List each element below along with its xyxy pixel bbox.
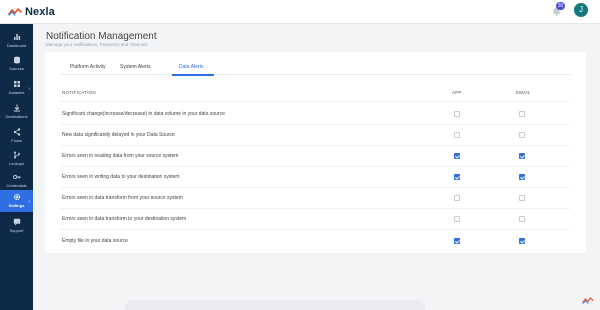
notification-label: Errors seen in data transform to your de… <box>62 216 187 222</box>
sidebar-item-label: Dashboard <box>6 43 27 48</box>
sidebar: Dashboard Sources Datasets › Destination… <box>0 24 33 310</box>
tab-platform-activity[interactable]: Platform Activity <box>70 64 106 70</box>
app-checkbox[interactable] <box>454 111 460 117</box>
grid-icon <box>13 81 20 87</box>
nexla-logo-icon <box>8 8 22 16</box>
sidebar-item-label: Credentials <box>6 183 27 188</box>
app-checkbox[interactable] <box>454 153 460 159</box>
notification-count-badge: 30 <box>556 2 565 10</box>
active-tab-indicator <box>172 74 214 76</box>
sidebar-item-dashboard[interactable]: Dashboard <box>0 30 33 54</box>
app-checkbox[interactable] <box>454 174 460 180</box>
bar-chart-icon <box>13 34 20 40</box>
sidebar-item-support[interactable]: Support <box>0 215 33 239</box>
notification-settings-card: Platform Activity System Alerts Data Ale… <box>45 52 586 253</box>
share-icon <box>13 128 20 136</box>
app-checkbox[interactable] <box>454 238 460 244</box>
sidebar-item-lookups[interactable]: Lookups <box>0 148 33 172</box>
app-checkbox[interactable] <box>454 216 460 222</box>
top-bar: Nexla 30 J <box>0 0 600 24</box>
notification-label: Significant change(increase/decrease) in… <box>62 111 225 117</box>
app-name: Nexla <box>25 5 55 18</box>
notification-label: Errors seen in data transform from your … <box>62 195 183 201</box>
sidebar-item-label: Sources <box>9 66 24 71</box>
email-checkbox[interactable] <box>519 153 525 159</box>
sidebar-item-label: Support <box>9 228 24 233</box>
chevron-right-icon: › <box>28 199 30 205</box>
notification-label: Empty file in your data source <box>62 238 128 244</box>
header-divider <box>60 101 570 102</box>
email-checkbox[interactable] <box>519 238 525 244</box>
tab-system-alerts[interactable]: System Alerts <box>120 64 151 70</box>
email-checkbox[interactable] <box>519 111 525 117</box>
sidebar-item-label: Flows <box>11 138 22 143</box>
notifications-button[interactable]: 30 <box>552 2 565 17</box>
email-checkbox[interactable] <box>519 174 525 180</box>
app-logo[interactable]: Nexla <box>8 6 55 18</box>
sidebar-item-label: Destinations <box>5 114 28 119</box>
sidebar-item-flows[interactable]: Flows <box>0 125 33 149</box>
chevron-right-icon: › <box>28 86 30 92</box>
column-header-email: EMAIL <box>516 90 531 95</box>
app-checkbox[interactable] <box>454 195 460 201</box>
sidebar-item-sources[interactable]: Sources <box>0 53 33 77</box>
sidebar-item-label: Lookups <box>8 161 25 166</box>
nexla-corner-logo-icon <box>582 297 594 304</box>
row-divider <box>60 208 570 209</box>
app-checkbox[interactable] <box>454 132 460 138</box>
database-icon <box>13 56 20 64</box>
email-checkbox[interactable] <box>519 195 525 201</box>
row-divider <box>60 166 570 167</box>
email-checkbox[interactable] <box>519 132 525 138</box>
sidebar-item-settings[interactable]: Settings › <box>0 190 33 212</box>
email-checkbox[interactable] <box>519 216 525 222</box>
row-divider <box>60 145 570 146</box>
branch-icon <box>13 151 20 159</box>
row-divider <box>60 229 570 230</box>
notification-label: Errors seen in reading data from your so… <box>62 153 179 159</box>
user-avatar[interactable]: J <box>574 3 588 17</box>
gear-icon <box>13 193 20 201</box>
sidebar-item-datasets[interactable]: Datasets › <box>0 77 33 101</box>
column-header-app: APP <box>452 90 462 95</box>
row-divider <box>60 124 570 125</box>
tab-bar: Platform Activity System Alerts Data Ale… <box>60 58 570 76</box>
sidebar-item-destinations[interactable]: Destinations <box>0 101 33 125</box>
notification-label: Errors seen in writing data to your dest… <box>62 174 180 180</box>
page-title: Notification Management <box>46 31 157 42</box>
notification-label: New data significantly delayed in your D… <box>62 132 175 138</box>
row-divider <box>60 187 570 188</box>
key-icon <box>12 174 20 180</box>
download-arrow-icon <box>13 104 20 112</box>
tab-data-alerts[interactable]: Data Alerts <box>179 64 203 70</box>
column-header-notification: NOTIFICATION <box>62 90 96 95</box>
page-subtitle: Manage your notifications, frequency and… <box>46 42 148 47</box>
bottom-panel-edge <box>125 300 425 310</box>
chat-icon <box>13 218 20 226</box>
